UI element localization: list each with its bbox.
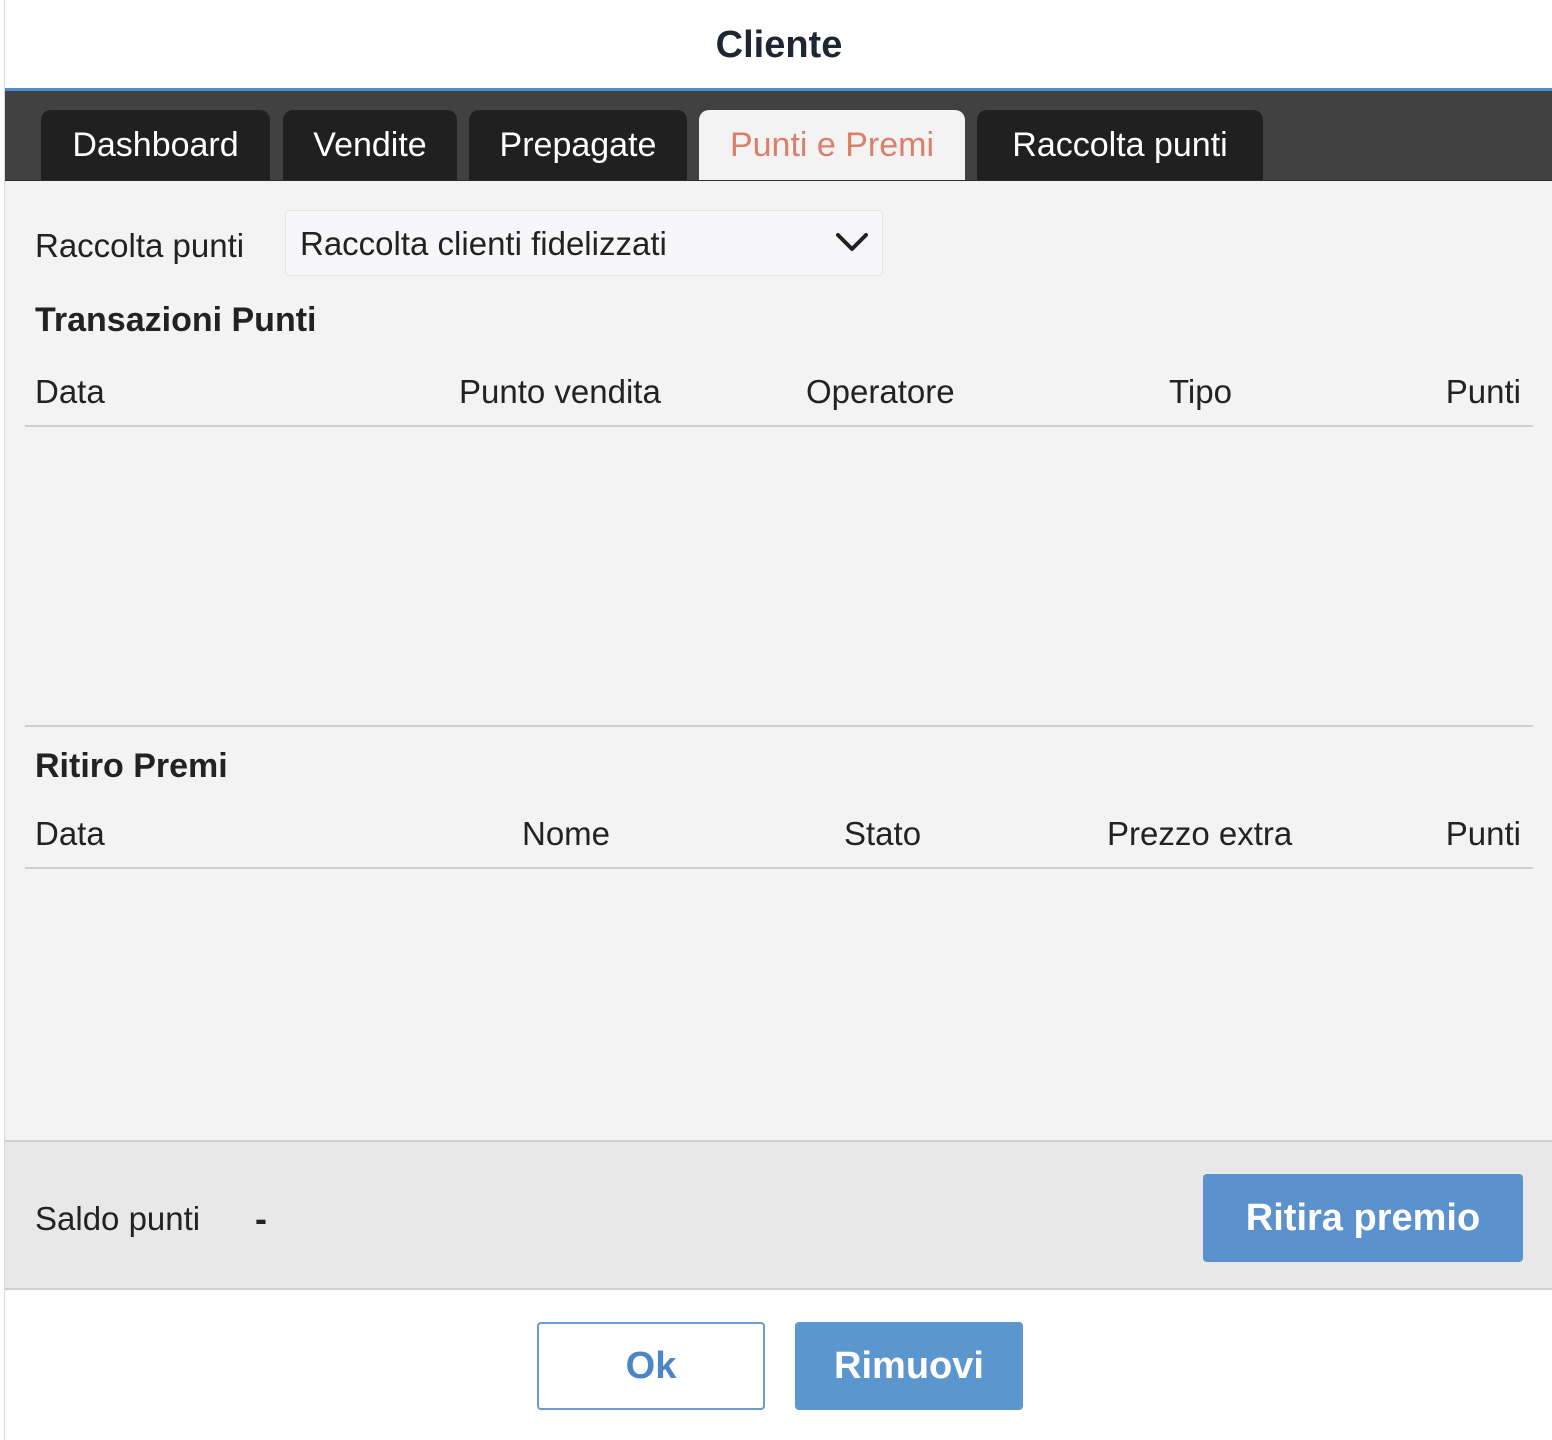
column-header-stato[interactable]: Stato [844,815,921,853]
tab-vendite[interactable]: Vendite [283,110,457,180]
transazioni-table-body [25,427,1533,727]
dialog-title: Cliente [715,23,843,66]
ritira-premio-button[interactable]: Ritira premio [1203,1174,1523,1262]
tab-prepagate[interactable]: Prepagate [469,110,687,180]
tab-label: Punti e Premi [729,125,935,164]
chevron-down-icon [832,225,872,261]
column-header-tipo[interactable]: Tipo [1169,373,1232,411]
saldo-punti-label: Saldo punti [35,1200,201,1237]
raccolta-punti-select[interactable]: Raccolta clienti fidelizzati [285,210,883,276]
tab-label: Dashboard [72,125,239,164]
transazioni-table-header: Data Punto vendita Operatore Tipo Punti [25,363,1533,427]
raccolta-punti-selected-value: Raccolta clienti fidelizzati [300,225,667,262]
tab-label: Raccolta punti [1012,125,1228,164]
tab-punti-e-premi[interactable]: Punti e Premi [699,110,965,180]
tab-content-punti-e-premi: Raccolta punti Raccolta clienti fidelizz… [5,181,1552,1140]
column-header-punti[interactable]: Punti [1446,373,1521,411]
ritiro-table-header: Data Nome Stato Prezzo extra Punti [25,805,1533,869]
rimuovi-button[interactable]: Rimuovi [795,1322,1023,1410]
column-header-data[interactable]: Data [35,815,105,853]
ok-button[interactable]: Ok [537,1322,765,1410]
raccolta-punti-label: Raccolta punti [35,227,245,264]
tab-label: Vendite [313,125,427,164]
column-header-operatore[interactable]: Operatore [806,373,955,411]
saldo-punti-value: - [255,1198,267,1239]
ritiro-table-body [25,869,1533,1139]
transazioni-punti-title: Transazioni Punti [35,301,317,339]
column-header-punti[interactable]: Punti [1446,815,1521,853]
ritiro-premi-title: Ritiro Premi [35,747,228,785]
column-header-nome[interactable]: Nome [522,815,610,853]
tab-label: Prepagate [499,125,657,164]
column-header-data[interactable]: Data [35,373,105,411]
tab-dashboard[interactable]: Dashboard [41,110,270,180]
tab-bar: Dashboard Vendite Prepagate Punti e Prem… [5,91,1552,181]
saldo-footer: Saldo punti - Ritira premio [5,1140,1552,1290]
cliente-dialog: Cliente Dashboard Vendite Prepagate Punt… [4,0,1552,1440]
column-header-prezzo-extra[interactable]: Prezzo extra [1107,815,1292,853]
tab-raccolta-punti[interactable]: Raccolta punti [977,110,1263,180]
dialog-title-bar: Cliente [5,0,1552,91]
column-header-punto-vendita[interactable]: Punto vendita [459,373,661,411]
